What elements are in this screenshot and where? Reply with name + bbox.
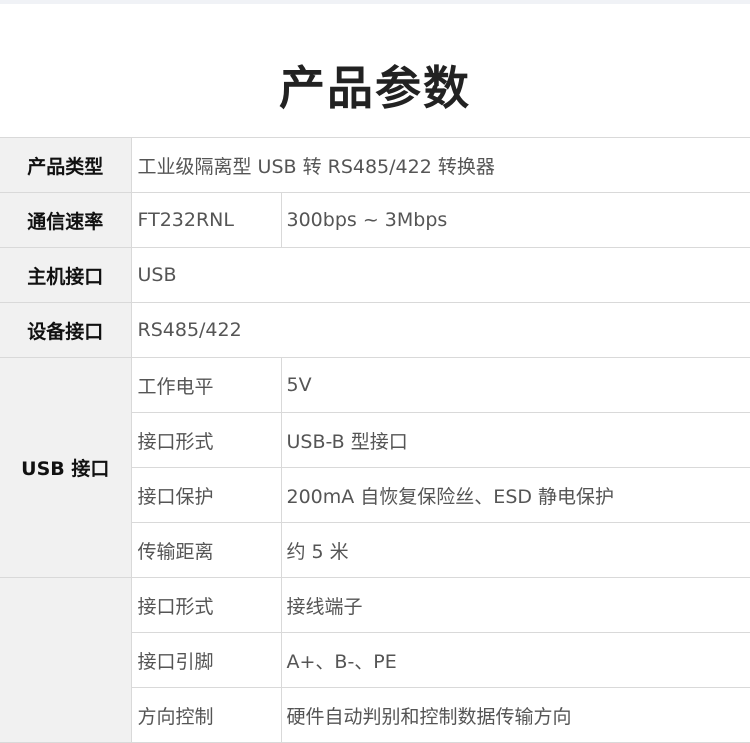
product-type-value: 工业级隔离型 USB 转 RS485/422 转换器 [130,137,750,193]
table-row: USB 接口 工作电平 5V [0,357,750,578]
table-row-device-interface: 设备接口 RS485/422 [0,302,750,358]
table-row-host-interface: 主机接口 USB [0,247,750,303]
usb-item-value: 约 5 米 [280,522,750,578]
rs-item-name: 接口引脚 [131,632,282,688]
usb-item-value: USB-B 型接口 [280,412,750,468]
usb-item-value: 5V [280,357,750,413]
usb-item-name: 传输距离 [131,522,282,578]
table-row-product-type: 产品类型 工业级隔离型 USB 转 RS485/422 转换器 [0,137,750,193]
top-strip [0,0,750,4]
rs-item-value: 接线端子 [280,577,750,633]
page-title: 产品参数 [279,61,471,115]
host-interface-value: USB [130,247,750,303]
product-type-label: 产品类型 [0,137,132,193]
usb-item-name: 接口形式 [131,412,282,468]
host-interface-label: 主机接口 [0,247,132,303]
rs-item-value: 硬件自动判别和控制数据传输方向 [280,687,750,743]
table-row-comm-rate: 通信速率 FT232RNL 300bps ~ 3Mbps [0,192,750,248]
rs-item-name: 接口形式 [130,577,282,633]
usb-item-name: 接口保护 [131,467,282,523]
comm-rate-label: 通信速率 [0,192,132,248]
rs-group-label [0,577,132,743]
comm-rate-chip: FT232RNL [130,192,282,248]
rs-item-name: 方向控制 [131,687,282,743]
comm-rate-value: 300bps ~ 3Mbps [280,192,750,248]
rs-item-value: A+、B-、PE [280,632,750,688]
spec-table: 产品类型 工业级隔离型 USB 转 RS485/422 转换器 通信速率 FT2… [0,137,750,743]
table-row: 接口形式 接线端子 [0,577,750,743]
usb-item-name: 工作电平 [130,357,282,413]
usb-group-label: USB 接口 [0,357,132,578]
usb-item-value: 200mA 自恢复保险丝、ESD 静电保护 [280,467,750,523]
device-interface-label: 设备接口 [0,302,132,358]
device-interface-value: RS485/422 [130,302,750,358]
